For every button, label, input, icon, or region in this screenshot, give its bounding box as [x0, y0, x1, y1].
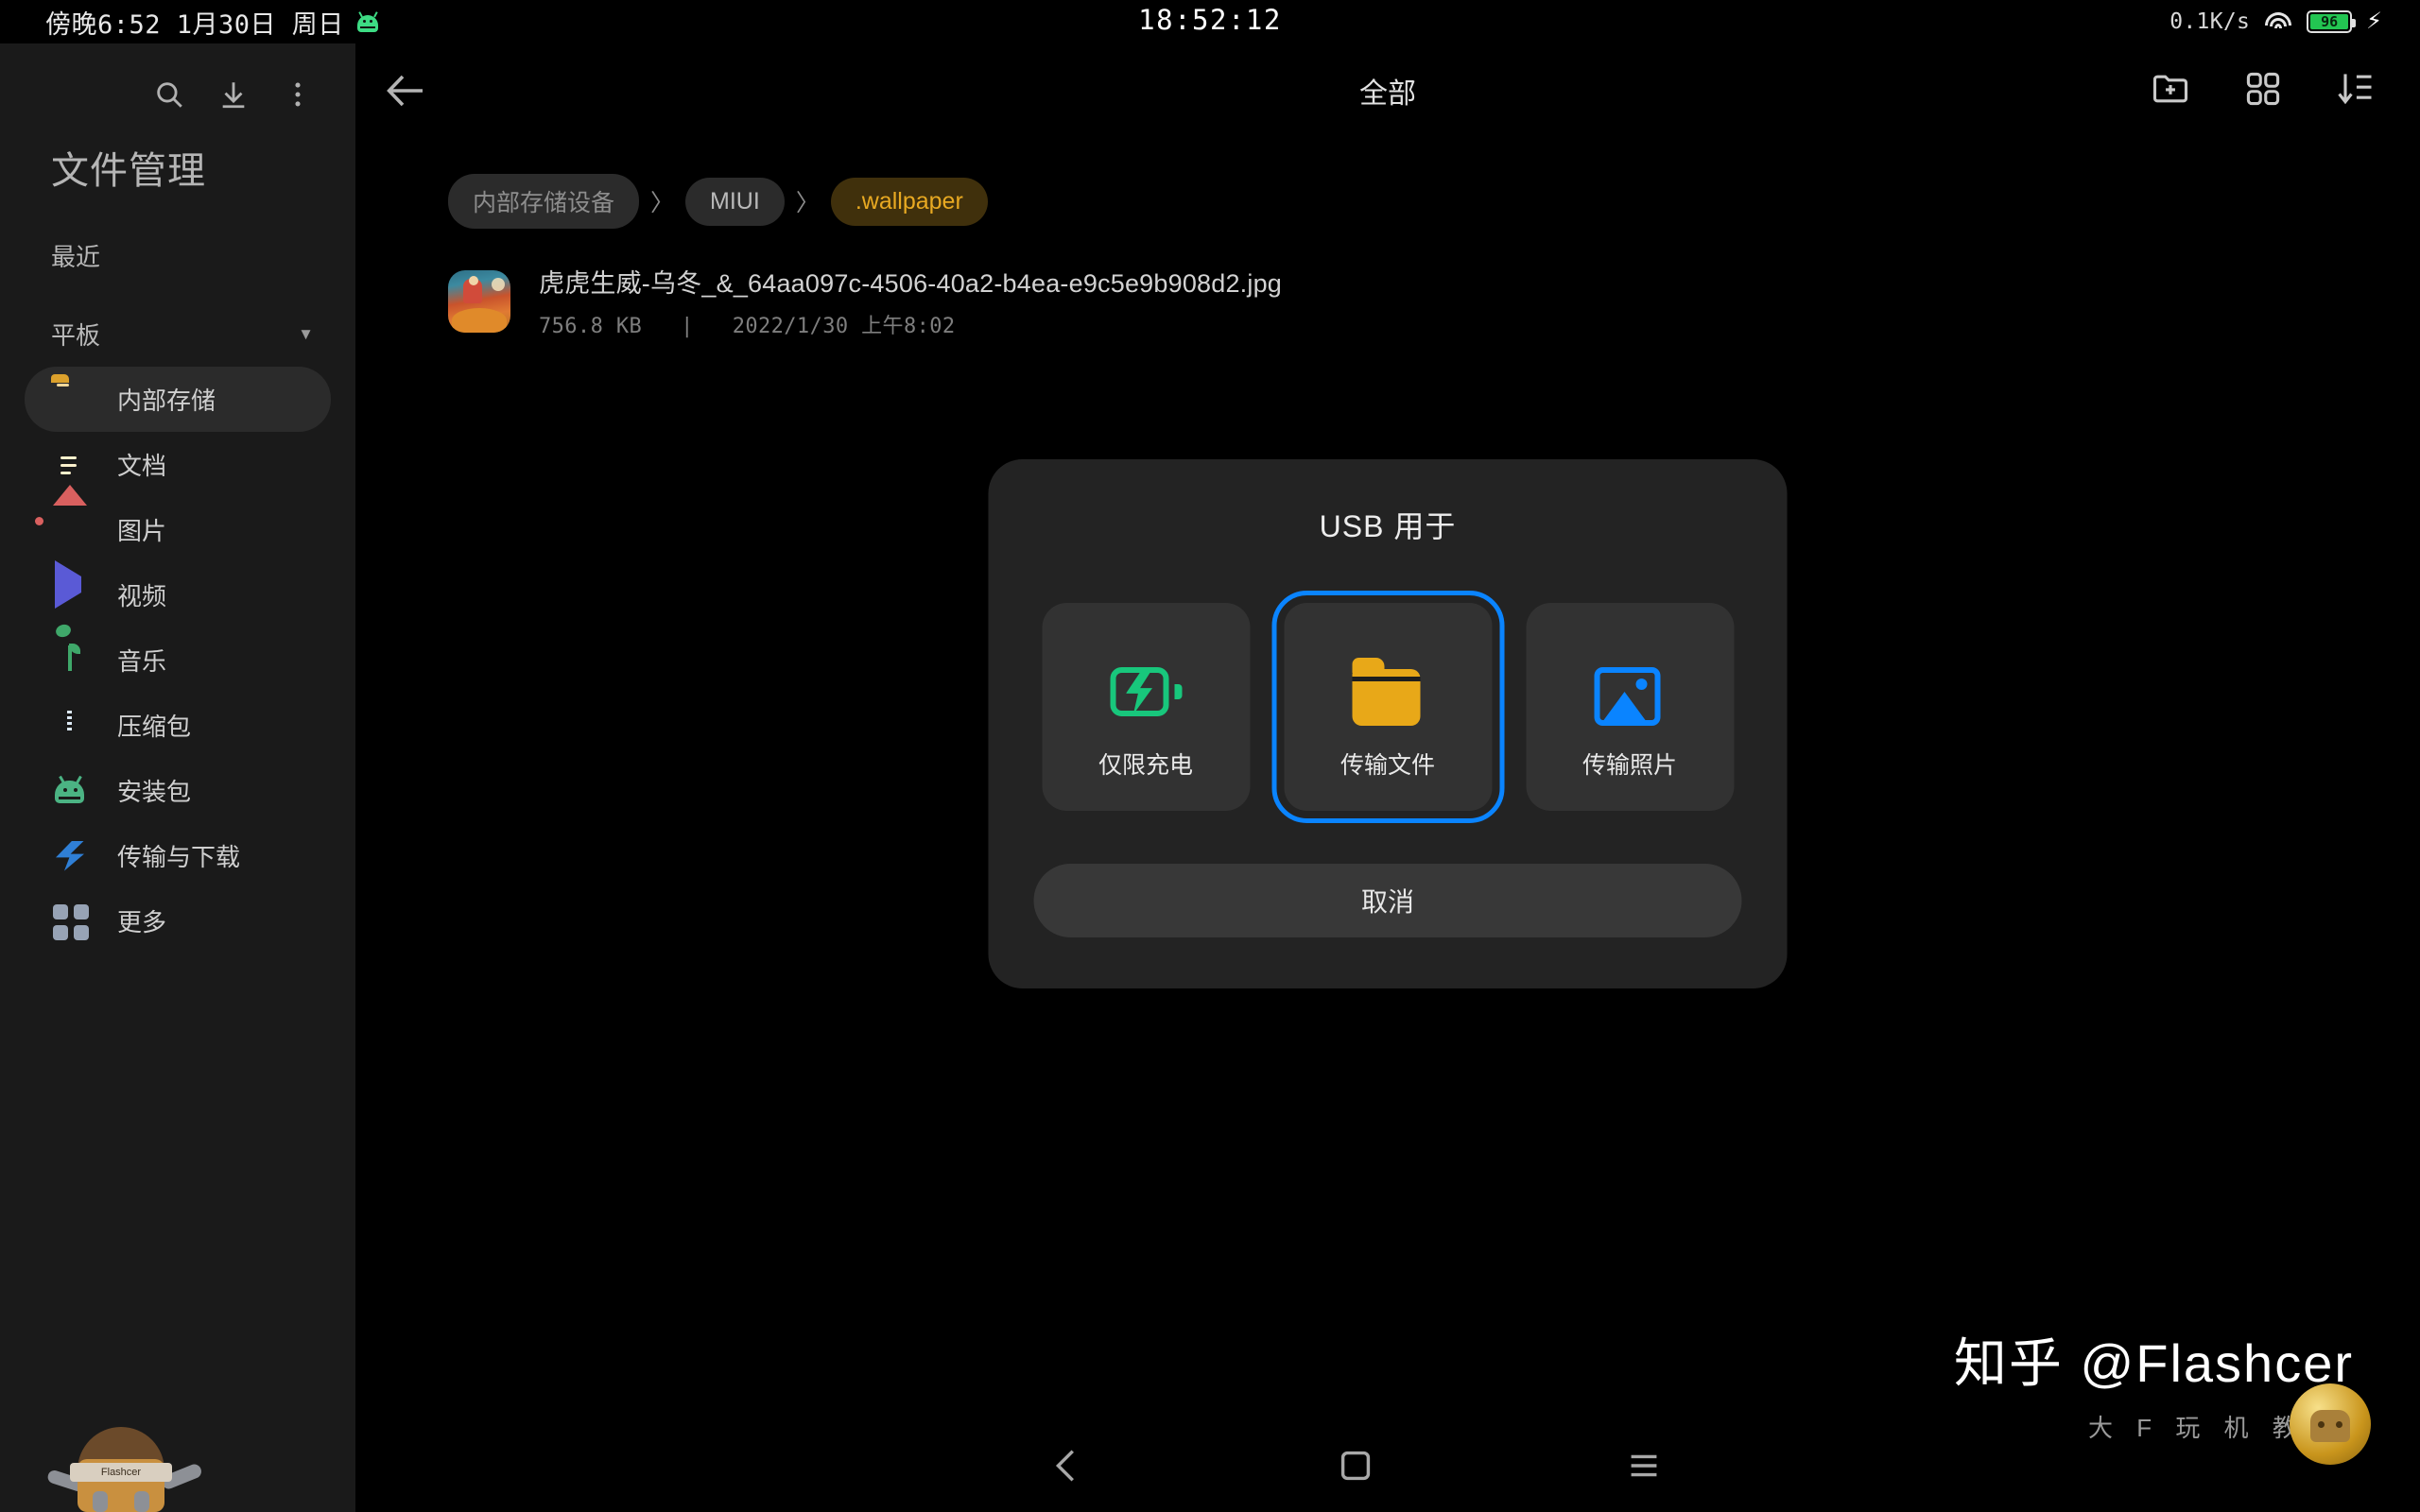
file-info: 虎虎生威-乌冬_&_64aa097c-4506-40a2-b4ea-e9c5e9…: [539, 263, 1282, 339]
chevron-down-icon[interactable]: ▼: [298, 325, 314, 344]
nav-back-icon[interactable]: [1046, 1444, 1089, 1487]
sidebar-item-label: 传输与下载: [117, 843, 241, 871]
sidebar-section-device[interactable]: 平板 ▼: [0, 273, 355, 352]
sidebar-item-label: 更多: [117, 908, 167, 936]
sidebar-item-label: 图片: [117, 517, 167, 545]
file-list-item[interactable]: 虎虎生威-乌冬_&_64aa097c-4506-40a2-b4ea-e9c5e9…: [355, 229, 2420, 339]
usb-option-transfer-photos[interactable]: 传输照片: [1526, 603, 1734, 811]
mascot-decoration: Flashcer: [43, 1399, 261, 1512]
sidebar-item-label: 压缩包: [117, 713, 192, 741]
screen-root: 傍晚6:52 1月30日 周日 18:52:12 0.1K/s 96 ⚡ 文件管…: [0, 0, 2420, 1512]
photo-icon: [1594, 658, 1666, 730]
nav-home-icon[interactable]: [1334, 1444, 1377, 1487]
battery-charging-icon: [1110, 658, 1182, 730]
music-note-icon: [51, 622, 89, 679]
breadcrumb: 内部存储设备 〉 MIUI 〉 .wallpaper: [355, 138, 2420, 229]
sidebar: 文件管理 最近 平板 ▼ 内部存储 文档 图片 视频 音乐 压缩包 安装包 传输…: [0, 43, 355, 1512]
zip-archive-icon: [51, 707, 89, 745]
battery-percent-label: 96: [2321, 13, 2339, 30]
status-date-time: 傍晚6:52 1月30日 周日: [45, 9, 344, 40]
folder-icon: [1352, 658, 1424, 730]
dialog-title: USB 用于: [1319, 509, 1457, 543]
cancel-button[interactable]: 取消: [1033, 864, 1742, 937]
download-icon[interactable]: [217, 78, 250, 111]
sidebar-device-label: 平板: [51, 321, 101, 350]
sidebar-item-music[interactable]: 音乐: [25, 622, 331, 693]
usb-mode-dialog: USB 用于 仅限充电 传输文件 传输照片 取消: [988, 459, 1788, 988]
sidebar-list: 内部存储 文档 图片 视频 音乐 压缩包 安装包 传输与下载 更多: [0, 367, 355, 954]
back-arrow-icon[interactable]: [384, 68, 429, 113]
grid-more-icon: [51, 902, 89, 940]
breadcrumb-separator: 〉: [650, 190, 675, 216]
breadcrumb-item-miui[interactable]: MIUI: [685, 177, 785, 226]
sidebar-item-label: 内部存储: [117, 387, 216, 415]
image-icon: [35, 484, 89, 549]
file-date: 2022/1/30 上午8:02: [732, 315, 956, 338]
status-center-clock: 18:52:12: [1138, 4, 1282, 36]
status-bar: 傍晚6:52 1月30日 周日 18:52:12 0.1K/s 96 ⚡: [0, 0, 2420, 43]
sidebar-item-more[interactable]: 更多: [25, 888, 331, 954]
file-meta: 756.8 KB | 2022/1/30 上午8:02: [539, 309, 1282, 339]
network-speed-text: 0.1K/s: [2169, 9, 2251, 34]
usb-option-transfer-files[interactable]: 传输文件: [1271, 591, 1504, 823]
mascot-badge-text: Flashcer: [100, 1467, 142, 1478]
new-folder-icon[interactable]: [2150, 68, 2191, 110]
watermark-badge-icon: [2290, 1383, 2371, 1465]
nav-menu-icon[interactable]: [1622, 1444, 1666, 1487]
document-icon: [51, 446, 89, 484]
sidebar-item-label: 视频: [117, 582, 167, 610]
app-title: 文件管理: [51, 150, 206, 192]
watermark: 知乎 @Flashcer 大 F 玩 机 教 程: [1953, 1321, 2371, 1465]
usb-option-label: 传输文件: [1340, 752, 1435, 779]
watermark-title: 知乎 @Flashcer: [1953, 1333, 2354, 1393]
usb-option-label: 仅限充电: [1098, 752, 1193, 779]
sidebar-item-images[interactable]: 图片: [25, 484, 331, 562]
status-bar-right: 0.1K/s 96 ⚡: [2169, 0, 2382, 43]
sidebar-item-videos[interactable]: 视频: [25, 559, 331, 627]
usb-option-label: 传输照片: [1582, 752, 1677, 779]
sidebar-item-archives[interactable]: 压缩包: [25, 693, 331, 758]
sidebar-item-internal-storage[interactable]: 内部存储: [25, 367, 331, 432]
file-meta-separator: |: [681, 315, 694, 338]
status-bar-left: 傍晚6:52 1月30日 周日: [45, 0, 380, 43]
android-apk-icon: [51, 772, 89, 810]
grid-view-icon[interactable]: [2242, 68, 2284, 110]
main-topbar: 全部: [355, 43, 2420, 138]
search-icon[interactable]: [153, 78, 185, 111]
sidebar-item-label: 文档: [117, 452, 167, 480]
file-name: 虎虎生威-乌冬_&_64aa097c-4506-40a2-b4ea-e9c5e9…: [539, 269, 1283, 298]
breadcrumb-separator: 〉: [795, 190, 820, 216]
main-content: 全部 内部存储设备 〉 MIUI 〉 .wallpaper 虎虎生威-乌冬_&_…: [355, 43, 2420, 1512]
topbar-actions: [2150, 68, 2377, 110]
battery-icon: 96: [2307, 10, 2357, 33]
file-size: 756.8 KB: [539, 315, 643, 338]
sidebar-item-transfer-download[interactable]: 传输与下载: [25, 823, 331, 888]
more-vertical-icon[interactable]: [282, 78, 314, 111]
breadcrumb-item-internal-storage[interactable]: 内部存储设备: [448, 174, 640, 229]
sidebar-item-label: 音乐: [117, 647, 167, 676]
sort-descending-icon[interactable]: [2335, 68, 2377, 110]
transfer-bolt-icon: [51, 837, 89, 875]
breadcrumb-item-wallpaper[interactable]: .wallpaper: [830, 177, 988, 226]
android-robot-icon: [355, 11, 380, 32]
sidebar-item-label: 安装包: [117, 778, 192, 806]
sidebar-item-recent[interactable]: 最近: [0, 195, 355, 273]
page-title: 全部: [1359, 78, 1416, 110]
charging-bolt-icon: ⚡: [2366, 9, 2382, 34]
sidebar-recent-label: 最近: [51, 243, 101, 271]
file-thumbnail: [448, 269, 510, 333]
video-play-icon: [51, 559, 89, 614]
sidebar-toolbar: [0, 43, 355, 123]
sidebar-item-apk[interactable]: 安装包: [25, 758, 331, 823]
wifi-icon: [2264, 11, 2292, 32]
usb-option-charge-only[interactable]: 仅限充电: [1042, 603, 1250, 811]
folder-icon: [51, 381, 89, 419]
dialog-options: 仅限充电 传输文件 传输照片: [1034, 591, 1742, 823]
